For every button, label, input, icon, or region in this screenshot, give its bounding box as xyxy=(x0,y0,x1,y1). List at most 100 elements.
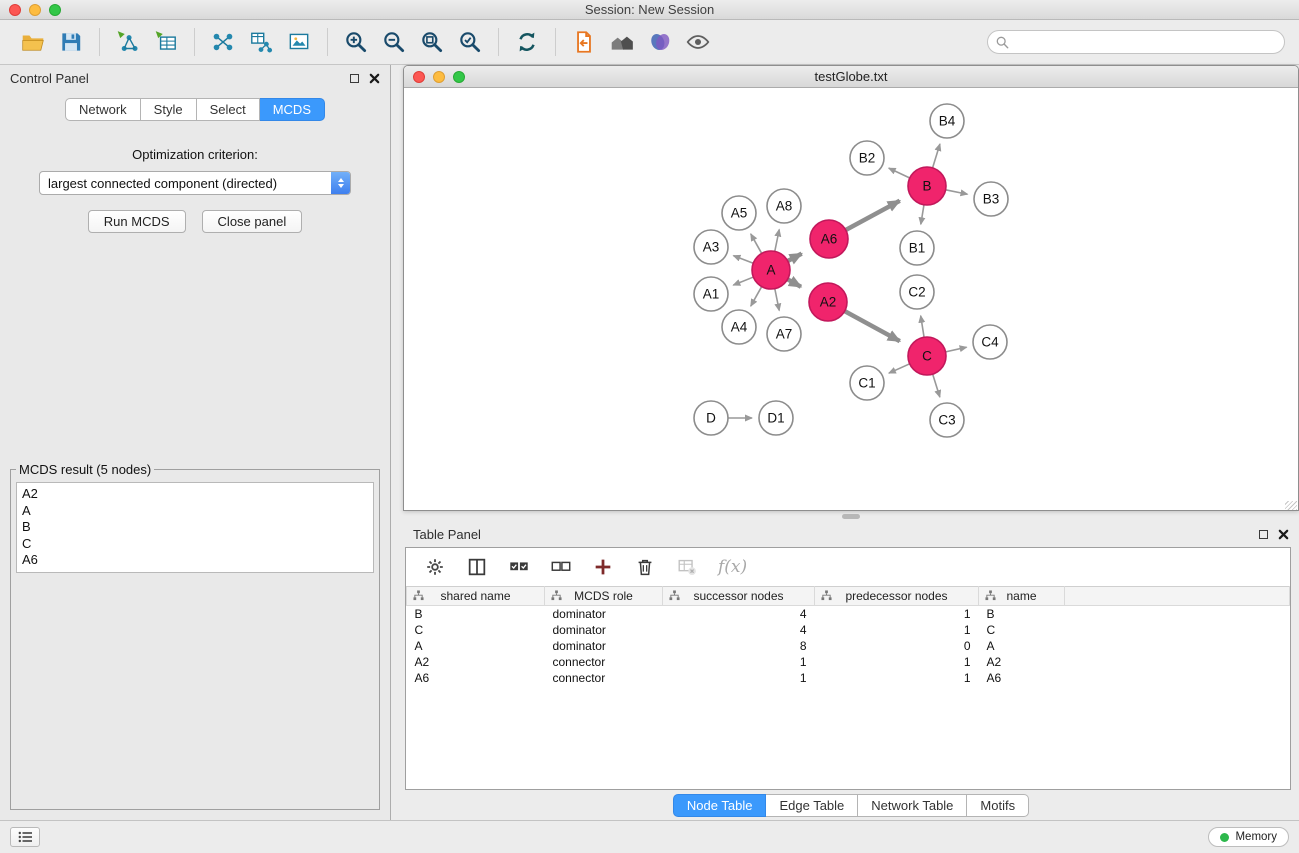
function-builder-button[interactable]: f(x) xyxy=(718,557,747,577)
cell-shared-name[interactable]: A2 xyxy=(407,654,545,670)
graph-edge-A6-B[interactable] xyxy=(846,201,900,230)
graph-edge-B-B1[interactable] xyxy=(921,205,924,225)
import-network-button[interactable] xyxy=(109,24,147,60)
cell-mcds-role[interactable]: connector xyxy=(545,654,663,670)
tab-network[interactable]: Network xyxy=(65,98,141,121)
tab-style[interactable]: Style xyxy=(141,98,197,121)
table-settings-button[interactable] xyxy=(424,556,446,578)
graph-edge-A-A5[interactable] xyxy=(751,234,762,254)
cell-successor-nodes[interactable]: 4 xyxy=(663,606,815,622)
column-header-shared-name[interactable]: shared name xyxy=(407,587,545,606)
cell-mcds-role[interactable]: connector xyxy=(545,670,663,686)
cell-name[interactable]: A6 xyxy=(979,670,1065,686)
cell-successor-nodes[interactable]: 8 xyxy=(663,638,815,654)
cell-successor-nodes[interactable]: 4 xyxy=(663,622,815,638)
result-item[interactable]: A xyxy=(22,503,368,520)
style-venn-button[interactable] xyxy=(641,24,679,60)
zoom-window-button[interactable] xyxy=(49,4,61,16)
tab-motifs[interactable]: Motifs xyxy=(967,794,1029,817)
unselect-all-button[interactable] xyxy=(550,556,572,578)
cell-shared-name[interactable]: A xyxy=(407,638,545,654)
table-row[interactable]: Bdominator41B xyxy=(407,606,1290,622)
graph-edge-C-C2[interactable] xyxy=(921,316,924,338)
graph-edge-C-C4[interactable] xyxy=(946,347,967,352)
minimize-window-button[interactable] xyxy=(29,4,41,16)
cell-name[interactable]: C xyxy=(979,622,1065,638)
zoom-out-button[interactable] xyxy=(375,24,413,60)
float-table-panel-icon[interactable] xyxy=(1259,530,1268,539)
zoom-fit-button[interactable] xyxy=(413,24,451,60)
cell-name[interactable]: A xyxy=(979,638,1065,654)
graph-edge-C-C1[interactable] xyxy=(889,364,910,373)
open-session-button[interactable] xyxy=(14,24,52,60)
show-graphics-details-button[interactable] xyxy=(679,24,717,60)
show-columns-button[interactable] xyxy=(466,556,488,578)
cell-predecessor-nodes[interactable]: 1 xyxy=(815,622,979,638)
table-row[interactable]: Cdominator41C xyxy=(407,622,1290,638)
cell-mcds-role[interactable]: dominator xyxy=(545,622,663,638)
import-table-button[interactable] xyxy=(147,24,185,60)
network-canvas[interactable]: B4B2BB3A5A8A6B1A3AC2A1A2A4A7C4CC1C3DD1 xyxy=(404,88,1298,511)
export-image-button[interactable] xyxy=(280,24,318,60)
graph-edge-B-B4[interactable] xyxy=(933,144,940,168)
home-button[interactable] xyxy=(603,24,641,60)
insert-column-button[interactable] xyxy=(592,556,614,578)
column-header-MCDS-role[interactable]: MCDS role xyxy=(545,587,663,606)
zoom-in-button[interactable] xyxy=(337,24,375,60)
network-graph[interactable]: B4B2BB3A5A8A6B1A3AC2A1A2A4A7C4CC1C3DD1 xyxy=(404,88,1298,509)
tab-mcds[interactable]: MCDS xyxy=(260,98,325,121)
save-session-button[interactable] xyxy=(52,24,90,60)
cell-predecessor-nodes[interactable]: 1 xyxy=(815,670,979,686)
graph-edge-A-A1[interactable] xyxy=(733,277,753,285)
delete-column-button[interactable] xyxy=(634,556,656,578)
cell-name[interactable]: B xyxy=(979,606,1065,622)
tab-select[interactable]: Select xyxy=(197,98,260,121)
criterion-select[interactable]: largest connected component (directed) xyxy=(39,171,351,195)
result-item[interactable]: B xyxy=(22,519,368,536)
search-box[interactable] xyxy=(987,30,1285,54)
result-item[interactable]: A2 xyxy=(22,486,368,503)
cell-mcds-role[interactable]: dominator xyxy=(545,606,663,622)
cell-predecessor-nodes[interactable]: 0 xyxy=(815,638,979,654)
graph-edge-B-B3[interactable] xyxy=(946,190,968,194)
graph-edge-A-A4[interactable] xyxy=(751,287,762,307)
memory-button[interactable]: Memory xyxy=(1208,827,1289,847)
cell-shared-name[interactable]: B xyxy=(407,606,545,622)
graph-edge-A-A8[interactable] xyxy=(775,230,779,252)
resize-corner-icon[interactable] xyxy=(1285,501,1297,511)
cell-mcds-role[interactable]: dominator xyxy=(545,638,663,654)
column-header-successor-nodes[interactable]: successor nodes xyxy=(663,587,815,606)
task-history-button[interactable] xyxy=(10,827,40,847)
scrollbar-thumb[interactable] xyxy=(842,514,860,519)
close-window-button[interactable] xyxy=(9,4,21,16)
ndex-import-button[interactable] xyxy=(565,24,603,60)
column-header-name[interactable]: name xyxy=(979,587,1065,606)
graph-edge-A-A6[interactable] xyxy=(788,254,802,261)
new-network-from-table-button[interactable] xyxy=(242,24,280,60)
cell-predecessor-nodes[interactable]: 1 xyxy=(815,654,979,670)
network-minimize-button[interactable] xyxy=(433,71,445,83)
result-item[interactable]: C xyxy=(22,536,368,553)
graph-edge-A-A3[interactable] xyxy=(733,256,753,264)
table-row[interactable]: A6connector11A6 xyxy=(407,670,1290,686)
cell-name[interactable]: A2 xyxy=(979,654,1065,670)
network-zoom-button[interactable] xyxy=(453,71,465,83)
table-row[interactable]: Adominator80A xyxy=(407,638,1290,654)
result-item[interactable]: A6 xyxy=(22,552,368,569)
tab-node-table[interactable]: Node Table xyxy=(673,794,767,817)
select-all-button[interactable] xyxy=(508,556,530,578)
network-close-button[interactable] xyxy=(413,71,425,83)
column-header-predecessor-nodes[interactable]: predecessor nodes xyxy=(815,587,979,606)
close-panel-icon[interactable] xyxy=(369,73,380,84)
cell-successor-nodes[interactable]: 1 xyxy=(663,654,815,670)
close-panel-button[interactable]: Close panel xyxy=(202,210,303,233)
graph-edge-C-C3[interactable] xyxy=(933,374,940,397)
cell-successor-nodes[interactable]: 1 xyxy=(663,670,815,686)
search-input[interactable] xyxy=(1014,35,1276,49)
graph-edge-A2-C[interactable] xyxy=(845,311,900,341)
graph-edge-B-B2[interactable] xyxy=(889,168,910,178)
apply-layout-button[interactable] xyxy=(508,24,546,60)
horizontal-scrollbar[interactable] xyxy=(403,511,1299,521)
run-mcds-button[interactable]: Run MCDS xyxy=(88,210,186,233)
cell-predecessor-nodes[interactable]: 1 xyxy=(815,606,979,622)
